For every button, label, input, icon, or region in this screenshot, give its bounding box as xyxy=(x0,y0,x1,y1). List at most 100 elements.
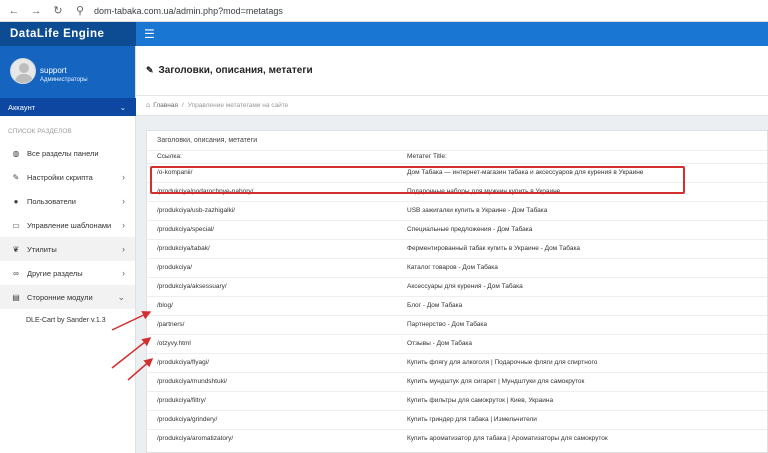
title-cell: Купить мундштук для сигарет | Мундштуки … xyxy=(407,371,767,391)
sidebar-item-templates[interactable]: ▭ Управление шаблонами › xyxy=(0,213,135,237)
chevron-right-icon: › xyxy=(122,244,125,254)
table-row[interactable]: /produkciya/aromatizatory/Купить аромати… xyxy=(147,428,767,448)
sidebar-item-utilities[interactable]: ❦ Утилиты › xyxy=(0,237,135,261)
leaf-icon: ❦ xyxy=(12,244,20,254)
breadcrumb-separator: / xyxy=(181,102,184,109)
table-row[interactable]: /produkciya/Каталог товаров - Дом Табака xyxy=(147,257,767,277)
table-row[interactable]: /produkciya/special/Специальные предложе… xyxy=(147,219,767,239)
sidebar-item-label: Утилиты xyxy=(27,244,57,254)
sidebar-item-third-party-modules[interactable]: ▤ Сторонние модули ⌄ xyxy=(0,285,135,309)
url-text[interactable]: dom-tabaka.com.ua/admin.php?mod=metatags xyxy=(94,6,283,16)
link-cell[interactable]: /produkciya/aksessuary/ xyxy=(147,276,407,296)
chevron-right-icon: › xyxy=(122,220,125,230)
link-cell[interactable]: /produkciya/tabak/ xyxy=(147,238,407,258)
account-label: Аккаунт xyxy=(8,102,36,112)
top-navbar: DataLife Engine ☰ xyxy=(0,22,768,46)
page-title: ✎ Заголовки, описания, метатеги xyxy=(136,46,768,96)
title-cell: Партнерство - Дом Табака xyxy=(407,314,767,334)
link-cell[interactable]: /produkciya/filtry/ xyxy=(147,390,407,410)
table-row[interactable]: /produkciya/tabak/Ферментированный табак… xyxy=(147,238,767,258)
globe-icon: ◍ xyxy=(12,148,20,158)
wrench-icon: ✎ xyxy=(12,172,20,182)
profile-name: support xyxy=(40,66,67,75)
topbar-right: ☰ xyxy=(136,22,768,46)
title-cell: Купить фильтры для самокруток | Киев, Ук… xyxy=(407,390,767,410)
profile-role: Администраторы xyxy=(40,77,88,83)
title-cell: Специальные предложения - Дом Табака xyxy=(407,219,767,239)
title-cell: Каталог товаров - Дом Табака xyxy=(407,257,767,277)
hamburger-menu-icon[interactable]: ☰ xyxy=(144,27,155,41)
chevron-down-icon: ⌄ xyxy=(117,291,125,302)
home-icon: ⌂ xyxy=(146,102,151,109)
column-header-title: Метатег Title: xyxy=(407,153,447,161)
breadcrumb-current: Управление метатегами на сайте xyxy=(187,102,289,109)
chevron-down-icon: ⌄ xyxy=(119,102,126,112)
avatar[interactable] xyxy=(10,58,36,84)
back-icon[interactable]: ← xyxy=(6,3,22,19)
sidebar-item-script-settings[interactable]: ✎ Настройки скрипта › xyxy=(0,165,135,189)
link-cell[interactable]: /produkciya/usb-zazhigalki/ xyxy=(147,200,407,220)
panel-title: Заголовки, описания, метатеги xyxy=(147,131,767,151)
title-cell: USB зажигалки купить в Украине - Дом Таб… xyxy=(407,200,767,220)
sidebar-item-label: Сторонние модули xyxy=(27,292,93,302)
sidebar-item-label: Другие разделы xyxy=(27,268,83,278)
monitor-icon: ▭ xyxy=(12,220,20,230)
title-cell: Ферментированный табак купить в Украине … xyxy=(407,238,767,258)
table-header-row: Ссылка: Метатег Title: xyxy=(147,151,767,163)
metatags-table: Ссылка: Метатег Title: /o-kompanii/Дом Т… xyxy=(147,151,767,448)
sidebar-item-label: Настройки скрипта xyxy=(27,172,93,182)
link-cell[interactable]: /partners/ xyxy=(147,314,407,334)
main-content: ✎ Заголовки, описания, метатеги ⌂ Главна… xyxy=(136,46,768,453)
table-row[interactable]: /produkciya/aksessuary/Аксессуары для ку… xyxy=(147,276,767,296)
title-cell: Блог - Дом Табака xyxy=(407,295,767,315)
grid-icon: ▤ xyxy=(12,292,20,302)
link-cell[interactable]: /produkciya/mundshtuki/ xyxy=(147,371,407,391)
sidebar-item-all-sections[interactable]: ◍ Все разделы панели xyxy=(0,141,135,165)
table-row[interactable]: /blog/Блог - Дом Табака xyxy=(147,295,767,315)
link-cell[interactable]: /produkciya/aromatizatory/ xyxy=(147,428,407,448)
sidebar-subitem-dle-cart[interactable]: DLE-Cart by Sander v.1.3 xyxy=(0,309,135,324)
title-cell: Купить флягу для алкоголя | Подарочные ф… xyxy=(407,352,767,372)
site-info-icon[interactable]: ⚲ xyxy=(72,3,88,19)
sidebar: support Администраторы Аккаунт ⌄ СПИСОК … xyxy=(0,46,136,453)
sidebar-item-label: Пользователи xyxy=(27,196,76,206)
chevron-right-icon: › xyxy=(122,268,125,278)
link-cell[interactable]: /produkciya/grindery/ xyxy=(147,409,407,429)
browser-address-bar: ← → ↻ ⚲ dom-tabaka.com.ua/admin.php?mod=… xyxy=(0,0,768,22)
account-dropdown[interactable]: Аккаунт ⌄ xyxy=(0,98,136,116)
tag-icon: ✎ xyxy=(146,65,154,75)
sidebar-item-users[interactable]: ● Пользователи › xyxy=(0,189,135,213)
table-row[interactable]: /partners/Партнерство - Дом Табака xyxy=(147,314,767,334)
table-row[interactable]: /produkciya/flyagi/Купить флягу для алко… xyxy=(147,352,767,372)
table-row[interactable]: /produkciya/mundshtuki/Купить мундштук д… xyxy=(147,371,767,391)
sidebar-section-title: СПИСОК РАЗДЕЛОВ xyxy=(8,128,72,135)
chevron-right-icon: › xyxy=(122,172,125,182)
table-row[interactable]: /produkciya/filtry/Купить фильтры для са… xyxy=(147,390,767,410)
link-cell[interactable]: /produkciya/ xyxy=(147,257,407,277)
title-cell: Купить гриндер для табака | Измельчители xyxy=(407,409,767,429)
user-icon: ● xyxy=(13,196,19,206)
breadcrumb-home[interactable]: Главная xyxy=(153,102,178,109)
title-cell: Купить ароматизатор для табака | Аромати… xyxy=(407,428,767,448)
link-cell[interactable]: /blog/ xyxy=(147,295,407,315)
sidebar-item-label: Все разделы панели xyxy=(27,148,99,158)
forward-icon[interactable]: → xyxy=(28,3,44,19)
highlight-box xyxy=(150,166,685,194)
table-row[interactable]: /produkciya/grindery/Купить гриндер для … xyxy=(147,409,767,429)
title-cell: Аксессуары для курения - Дом Табака xyxy=(407,276,767,296)
title-cell: Отзывы - Дом Табака xyxy=(407,333,767,353)
link-cell[interactable]: /produkciya/special/ xyxy=(147,219,407,239)
brand-logo[interactable]: DataLife Engine xyxy=(0,22,136,46)
column-header-link: Ссылка: xyxy=(157,153,182,161)
sidebar-item-other-sections[interactable]: ∞ Другие разделы › xyxy=(0,261,135,285)
table-row[interactable]: /produkciya/usb-zazhigalki/USB зажигалки… xyxy=(147,200,767,220)
link-cell[interactable]: /produkciya/flyagi/ xyxy=(147,352,407,372)
chevron-right-icon: › xyxy=(122,196,125,206)
link-icon: ∞ xyxy=(13,268,19,278)
reload-icon[interactable]: ↻ xyxy=(50,3,66,19)
breadcrumb: ⌂ Главная / Управление метатегами на сай… xyxy=(136,96,768,116)
sidebar-item-label: Управление шаблонами xyxy=(27,220,112,230)
user-profile: support Администраторы Аккаунт ⌄ xyxy=(0,46,136,116)
table-row[interactable]: /otzyvy.html Отзывы - Дом Табака xyxy=(147,333,767,353)
link-cell[interactable]: /otzyvy.html xyxy=(147,333,407,353)
